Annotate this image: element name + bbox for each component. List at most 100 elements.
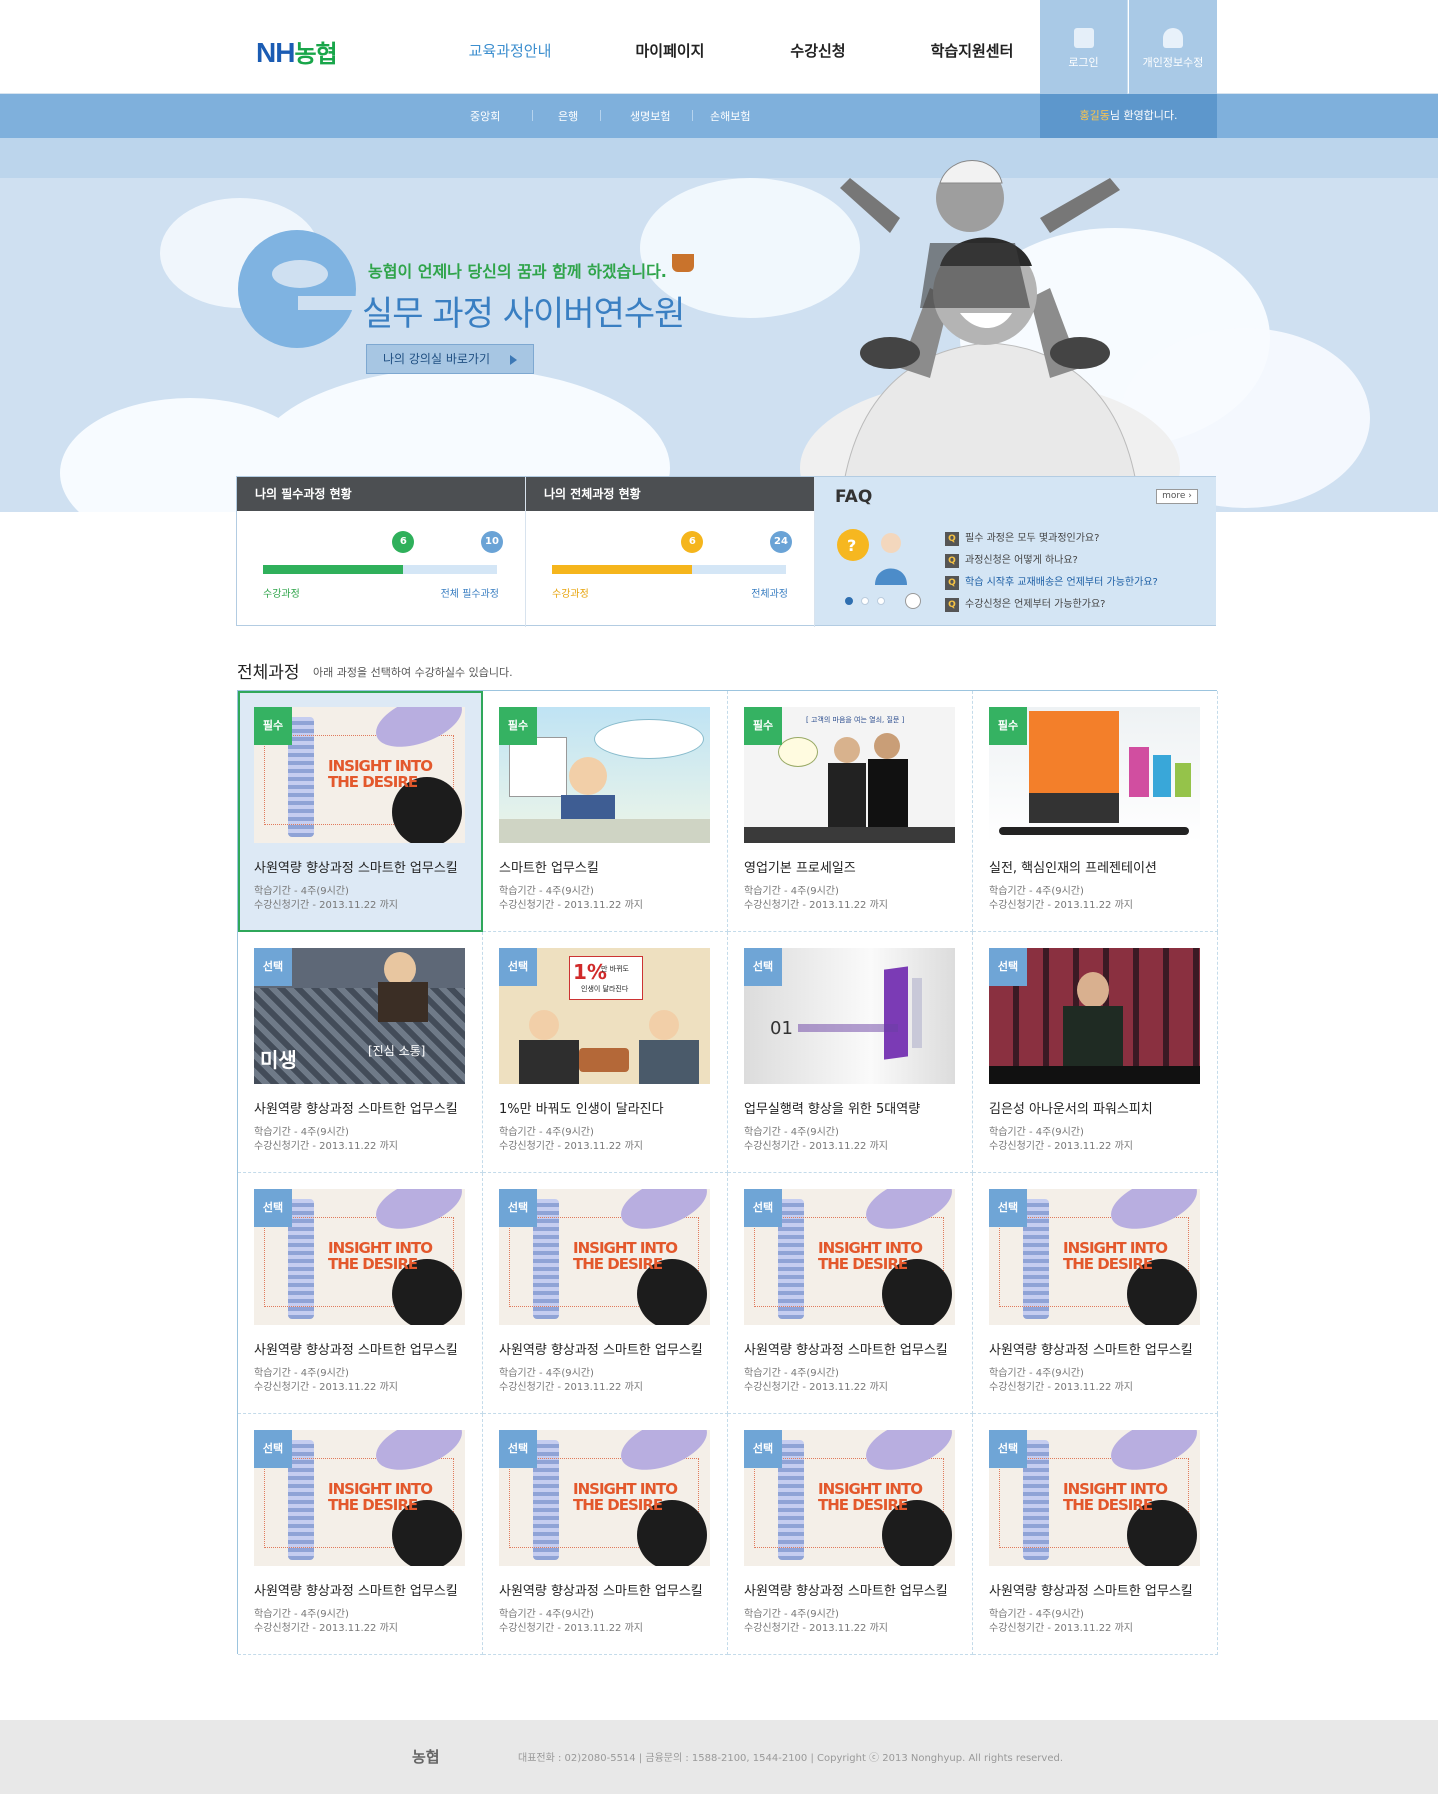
course-name[interactable]: 사원역량 향상과정 스마트한 업무스킬 — [254, 1580, 458, 1599]
course-card[interactable]: 필수 스마트한 업무스킬 학습기간 - 4주(9시간) 수강신청기간 - 2013.1… — [483, 691, 728, 932]
thumb-title: THE DESIRE — [328, 773, 418, 791]
subnav-bank[interactable]: 은행 — [558, 108, 578, 124]
carousel-dot[interactable] — [845, 597, 853, 605]
thumb-title: THE DESIRE — [1063, 1496, 1153, 1514]
nav-mypage[interactable]: 마이페이지 — [600, 40, 740, 61]
thumb-title: THE DESIRE — [1063, 1255, 1153, 1273]
course-info: 학습기간 - 4주(9시간) 수강신청기간 - 2013.11.22 까지 — [989, 1126, 1133, 1154]
course-name[interactable]: 사원역량 향상과정 스마트한 업무스킬 — [254, 1098, 458, 1117]
user-icon — [1163, 28, 1183, 48]
course-name[interactable]: 사원역량 향상과정 스마트한 업무스킬 — [499, 1339, 703, 1358]
course-info: 학습기간 - 4주(9시간) 수강신청기간 - 2013.11.22 까지 — [499, 885, 643, 913]
sub-navigation: 중앙회 은행 생명보험 손해보험 — [0, 94, 1438, 138]
thumb-title: THE DESIRE — [328, 1496, 418, 1514]
course-name[interactable]: 김은성 아나운서의 파워스피치 — [989, 1098, 1153, 1117]
course-card[interactable]: INSIGHT INTO THE DESIRE 선택 사원역량 향상과정 스마트한 업… — [238, 1414, 483, 1655]
faq-question[interactable]: Q 필수 과정은 모두 몇과정인가요? — [945, 529, 1099, 546]
footer-text: 대표전화 : 02)2080-5514 | 금융문의 : 1588-2100, … — [518, 1753, 1064, 1764]
course-period: 학습기간 - 4주(9시간) — [989, 886, 1084, 897]
carousel-dot[interactable] — [861, 597, 869, 605]
course-card[interactable]: INSIGHT INTO THE DESIRE 필수 사원역량 향상과정 스마트한 업… — [238, 691, 483, 932]
course-name[interactable]: 영업기본 프로세일즈 — [744, 857, 856, 876]
course-card[interactable]: 필수 실전, 핵심인재의 프레젠테이션 학습기간 - 4주(9시간) 수강신청기간 -… — [973, 691, 1218, 932]
footer-logo: 농협 — [412, 1748, 440, 1766]
course-period: 학습기간 - 4주(9시간) — [989, 1609, 1084, 1620]
hero-title: 실무 과정 사이버연수원 — [362, 294, 685, 334]
carousel-dot[interactable] — [877, 597, 885, 605]
course-apply-period: 수강신청기간 - 2013.11.22 까지 — [254, 900, 399, 911]
course-card[interactable]: INSIGHT INTO THE DESIRE 선택 사원역량 향상과정 스마트한 업… — [238, 1173, 483, 1414]
course-name[interactable]: 1%만 바꿔도 인생이 달라진다 — [499, 1098, 664, 1117]
required-total-pin: 10 — [481, 531, 503, 553]
course-name[interactable]: 사원역량 향상과정 스마트한 업무스킬 — [254, 1339, 458, 1358]
course-name[interactable]: 실전, 핵심인재의 프레젠테이션 — [989, 857, 1157, 876]
course-name[interactable]: 사원역량 향상과정 스마트한 업무스킬 — [744, 1339, 948, 1358]
course-period: 학습기간 - 4주(9시간) — [499, 1368, 594, 1379]
course-info: 학습기간 - 4주(9시간) 수강신청기간 - 2013.11.22 까지 — [744, 885, 888, 913]
subnav-life-insurance[interactable]: 생명보험 — [630, 108, 670, 124]
faq-more-button[interactable]: more › — [1156, 489, 1198, 504]
course-type-badge: 선택 — [744, 948, 782, 986]
required-progress-fill — [263, 565, 404, 574]
thumb-caption: 인생이 달라진다 — [581, 985, 629, 993]
course-type-badge: 선택 — [989, 1430, 1027, 1468]
all-course-status: 나의 전체과정 현황 6 24 수강과정 전체과정 — [526, 477, 815, 627]
father-child-photo — [800, 160, 1180, 512]
course-apply-period: 수강신청기간 - 2013.11.22 까지 — [499, 1141, 644, 1152]
course-card[interactable]: INSIGHT INTO THE DESIRE 선택 사원역량 향상과정 스마트한 업… — [483, 1173, 728, 1414]
login-button[interactable]: 로그인 — [1040, 0, 1128, 94]
course-card[interactable]: [ 고객의 마음을 여는 열쇠, 질문 ] 필수 영업기본 프로세일즈 학습기간 - … — [728, 691, 973, 932]
course-card[interactable]: INSIGHT INTO THE DESIRE 선택 사원역량 향상과정 스마트한 업… — [728, 1414, 973, 1655]
course-info: 학습기간 - 4주(9시간) 수강신청기간 - 2013.11.22 까지 — [744, 1126, 888, 1154]
course-card[interactable]: INSIGHT INTO THE DESIRE 선택 사원역량 향상과정 스마트한 업… — [973, 1173, 1218, 1414]
course-apply-period: 수강신청기간 - 2013.11.22 까지 — [989, 1382, 1134, 1393]
subnav-central[interactable]: 중앙회 — [470, 108, 500, 124]
course-apply-period: 수강신청기간 - 2013.11.22 까지 — [744, 1382, 889, 1393]
course-card[interactable]: INSIGHT INTO THE DESIRE 선택 사원역량 향상과정 스마트한 업… — [728, 1173, 973, 1414]
course-name[interactable]: 사원역량 향상과정 스마트한 업무스킬 — [254, 857, 458, 876]
course-info: 학습기간 - 4주(9시간) 수강신청기간 - 2013.11.22 까지 — [254, 1126, 398, 1154]
course-type-badge: 선택 — [254, 1189, 292, 1227]
course-info: 학습기간 - 4주(9시간) 수강신청기간 - 2013.11.22 까지 — [254, 885, 398, 913]
thumb-title: THE DESIRE — [573, 1255, 663, 1273]
thumb-title: THE DESIRE — [328, 1255, 418, 1273]
course-period: 학습기간 - 4주(9시간) — [989, 1368, 1084, 1379]
my-classroom-button[interactable]: 나의 강의실 바로가기 — [366, 344, 534, 374]
nav-course-info[interactable]: 교육과정안내 — [440, 40, 580, 61]
faq-question[interactable]: Q 학습 시작후 교재배송은 언제부터 가능한가요? — [945, 573, 1158, 590]
course-card[interactable]: 선택 김은성 아나운서의 파워스피치 학습기간 - 4주(9시간) 수강신청기간 - … — [973, 932, 1218, 1173]
course-name[interactable]: 스마트한 업무스킬 — [499, 857, 599, 876]
profile-edit-button[interactable]: 개인정보수정 — [1129, 0, 1217, 94]
q-icon: Q — [945, 598, 959, 612]
course-card[interactable]: INSIGHT INTO THE DESIRE 선택 사원역량 향상과정 스마트한 업… — [973, 1414, 1218, 1655]
course-info: 학습기간 - 4주(9시간) 수강신청기간 - 2013.11.22 까지 — [744, 1608, 888, 1636]
course-type-badge: 선택 — [254, 1430, 292, 1468]
subnav-nonlife-insurance[interactable]: 손해보험 — [710, 108, 750, 124]
course-card[interactable]: 1% 만 바뀌도 인생이 달라진다 선택 1%만 바꿔도 인생이 달라진다 학습기간 - … — [483, 932, 728, 1173]
course-name[interactable]: 사원역량 향상과정 스마트한 업무스킬 — [744, 1580, 948, 1599]
faq-question[interactable]: Q 수강신청은 언제부터 가능한가요? — [945, 595, 1105, 612]
nav-support-center[interactable]: 학습지원센터 — [902, 40, 1042, 61]
all-progress-track — [552, 565, 786, 574]
carousel-play-icon[interactable] — [905, 593, 921, 609]
course-name[interactable]: 사원역량 향상과정 스마트한 업무스킬 — [989, 1580, 1193, 1599]
profile-edit-label: 개인정보수정 — [1142, 56, 1204, 69]
course-card[interactable]: 01 선택업무실행력 향상을 위한 5대역량학습기간 - 4주(9시간) 수강신청기… — [728, 932, 973, 1173]
course-apply-period: 수강신청기간 - 2013.11.22 까지 — [989, 1141, 1134, 1152]
course-period: 학습기간 - 4주(9시간) — [744, 1127, 839, 1138]
course-card[interactable]: 미생 [진심 소통] 선택 사원역량 향상과정 스마트한 업무스킬 학습기간 - 4주(… — [238, 932, 483, 1173]
course-name[interactable]: 사원역량 향상과정 스마트한 업무스킬 — [989, 1339, 1193, 1358]
faq-question[interactable]: Q 과정신청은 어떻게 하나요? — [945, 551, 1078, 568]
nav-enroll[interactable]: 수강신청 — [748, 40, 888, 61]
nh-logo[interactable]: NH농협 — [256, 34, 338, 69]
faq-illustration: ? — [837, 529, 907, 585]
course-name[interactable]: 업무실행력 향상을 위한 5대역량 — [744, 1098, 920, 1117]
course-grid: INSIGHT INTO THE DESIRE 필수 사원역량 향상과정 스마트한 업… — [237, 690, 1218, 1655]
plant-icon — [672, 254, 694, 272]
course-type-badge: 선택 — [499, 948, 537, 986]
footer: 농협 대표전화 : 02)2080-5514 | 금융문의 : 1588-210… — [0, 1720, 1438, 1794]
thumb-title: 01 — [770, 1018, 793, 1039]
course-name[interactable]: 사원역량 향상과정 스마트한 업무스킬 — [499, 1580, 703, 1599]
course-apply-period: 수강신청기간 - 2013.11.22 까지 — [989, 1623, 1134, 1634]
course-card[interactable]: INSIGHT INTO THE DESIRE 선택 사원역량 향상과정 스마트한 업… — [483, 1414, 728, 1655]
